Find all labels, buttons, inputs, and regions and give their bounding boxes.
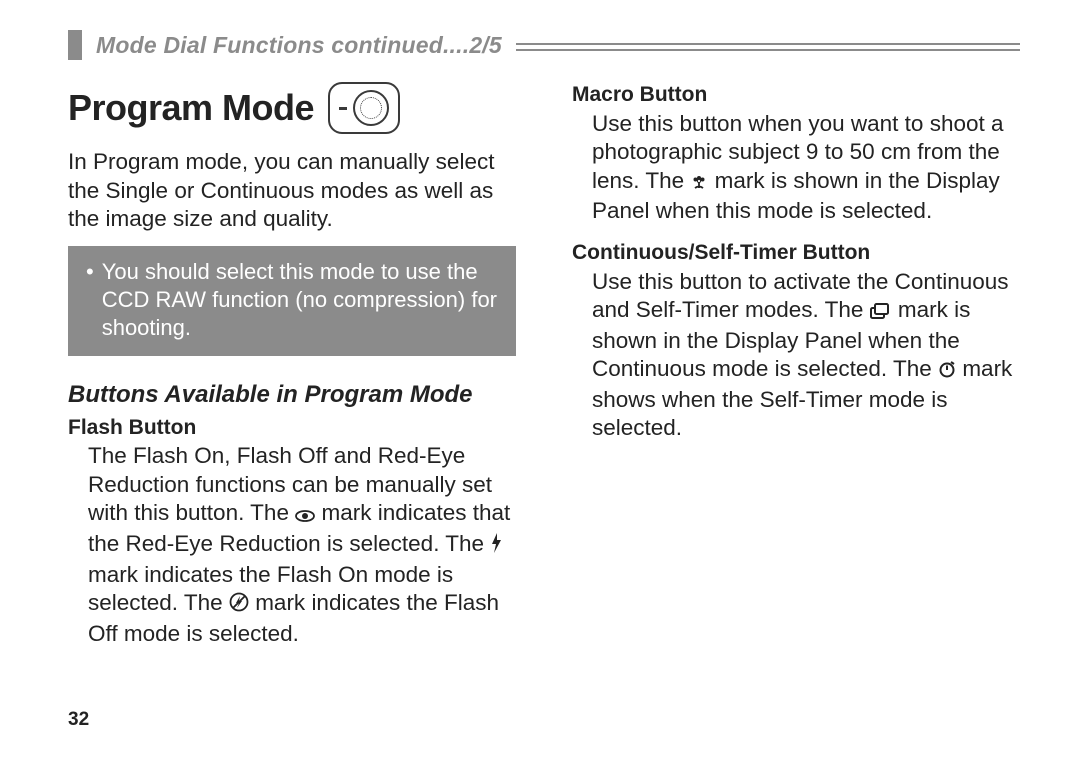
macro-button-paragraph: Use this button when you want to shoot a… [592,110,1020,226]
page-title: Program Mode [68,85,314,131]
mode-dial-icon [328,82,400,134]
macro-button-heading: Macro Button [572,82,1020,109]
flash-off-icon [229,591,249,620]
section-title: Mode Dial Functions continued....2/5 [96,32,502,59]
note-box: You should select this mode to use the C… [68,246,516,356]
title-row: Program Mode [68,82,516,134]
continuous-icon [870,298,892,327]
page-number: 32 [68,709,89,731]
left-column: Program Mode In Program mode, you can ma… [68,82,516,648]
flower-icon [690,169,708,198]
header-rule [516,39,1020,51]
content-columns: Program Mode In Program mode, you can ma… [68,82,1020,648]
manual-page: Mode Dial Functions continued....2/5 Pro… [0,0,1080,765]
right-column: Macro Button Use this button when you wa… [572,82,1020,648]
section-header-bar: Mode Dial Functions continued....2/5 [68,30,1020,60]
continuous-selftimer-heading: Continuous/Self-Timer Button [572,240,1020,267]
buttons-subheading: Buttons Available in Program Mode [68,380,516,410]
continuous-selftimer-paragraph: Use this button to activate the Continuo… [592,268,1020,443]
intro-paragraph: In Program mode, you can manually select… [68,148,516,234]
flash-on-icon [490,532,502,561]
tab-mark [68,30,82,60]
flash-button-heading: Flash Button [68,415,516,442]
bullet-icon [86,258,94,342]
self-timer-icon [938,357,956,386]
eye-icon [295,501,315,530]
note-text: You should select this mode to use the C… [102,258,498,342]
flash-button-paragraph: The Flash On, Flash Off and Red-Eye Redu… [88,442,516,648]
